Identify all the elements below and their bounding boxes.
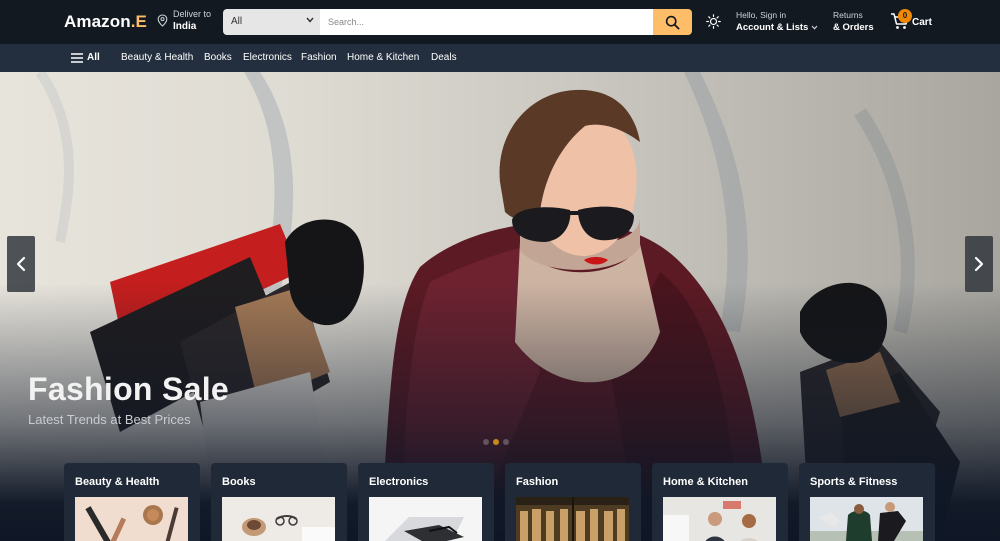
all-menu-button[interactable]: All — [71, 52, 100, 63]
account-greeting: Hello, Sign in — [736, 10, 787, 20]
cart-label: Cart — [912, 17, 933, 28]
search-input[interactable] — [320, 9, 653, 35]
account-menu[interactable]: Hello, Sign in Account & Lists — [736, 10, 818, 33]
carousel-dot[interactable] — [503, 439, 509, 445]
chevron-right-icon — [974, 256, 984, 272]
search-category-select[interactable]: All — [223, 9, 320, 35]
nav-item-beauty-health[interactable]: Beauty & Health — [121, 52, 193, 63]
cosmetics-image — [75, 497, 188, 541]
carousel-dot[interactable] — [483, 439, 489, 445]
carousel-prev-button[interactable] — [7, 236, 35, 292]
category-card-title: Fashion — [516, 476, 559, 488]
kitchen-people-image — [663, 497, 776, 541]
books-image — [222, 497, 335, 541]
hero-subtitle: Latest Trends at Best Prices — [28, 412, 191, 427]
chevron-down-icon — [811, 25, 818, 30]
cart-count-badge: 0 — [898, 9, 912, 23]
logo[interactable]: Amazon.E — [64, 12, 147, 32]
category-nav-bar: All Beauty & Health Books Electronics Fa… — [0, 44, 1000, 72]
logo-text: Amazon — [64, 12, 131, 31]
all-menu-label: All — [87, 52, 100, 63]
nav-item-fashion[interactable]: Fashion — [301, 52, 337, 63]
sun-icon — [706, 14, 721, 29]
category-card-electronics[interactable]: Electronics — [358, 463, 494, 541]
category-card-title: Beauty & Health — [75, 476, 160, 488]
theme-toggle-button[interactable] — [706, 14, 721, 34]
carousel-next-button[interactable] — [965, 236, 993, 292]
nav-item-electronics[interactable]: Electronics — [243, 52, 292, 63]
cart-button[interactable]: 0 Cart — [890, 9, 932, 35]
returns-orders-link[interactable]: Returns & Orders — [833, 10, 874, 33]
search-category-value: All — [231, 16, 243, 27]
nav-item-deals[interactable]: Deals — [431, 52, 457, 63]
location-pin-icon — [157, 14, 168, 27]
deliver-country: India — [173, 21, 197, 32]
carousel-indicators — [483, 439, 509, 445]
carousel-dot-active[interactable] — [493, 439, 499, 445]
category-card-beauty-health[interactable]: Beauty & Health — [64, 463, 200, 541]
account-label: Account & Lists — [736, 22, 809, 33]
top-header: Amazon.E Deliver to India All Hello, Sig… — [0, 0, 1000, 44]
search-bar: All — [223, 9, 692, 35]
category-card-title: Books — [222, 476, 256, 488]
search-icon — [665, 15, 680, 29]
nav-item-books[interactable]: Books — [204, 52, 232, 63]
deliver-label: Deliver to — [173, 9, 212, 19]
category-card-title: Electronics — [369, 476, 429, 488]
hero-title: Fashion Sale — [28, 371, 229, 407]
category-card-home-kitchen[interactable]: Home & Kitchen — [652, 463, 788, 541]
nav-item-home-kitchen[interactable]: Home & Kitchen — [347, 52, 419, 63]
search-button[interactable] — [653, 9, 692, 35]
laptop-image — [369, 497, 482, 541]
clothing-rack-image — [516, 497, 629, 541]
hamburger-menu-icon — [71, 52, 83, 63]
category-card-books[interactable]: Books — [211, 463, 347, 541]
orders-label: & Orders — [833, 22, 874, 33]
orders-small-label: Returns — [833, 10, 863, 20]
category-card-fashion[interactable]: Fashion — [505, 463, 641, 541]
category-card-title: Home & Kitchen — [663, 476, 748, 488]
logo-accent: .E — [130, 12, 147, 31]
chevron-left-icon — [16, 256, 26, 272]
category-card-sports-fitness[interactable]: Sports & Fitness — [799, 463, 935, 541]
chevron-down-icon — [306, 17, 314, 23]
category-card-title: Sports & Fitness — [810, 476, 898, 488]
soccer-players-image — [810, 497, 923, 541]
